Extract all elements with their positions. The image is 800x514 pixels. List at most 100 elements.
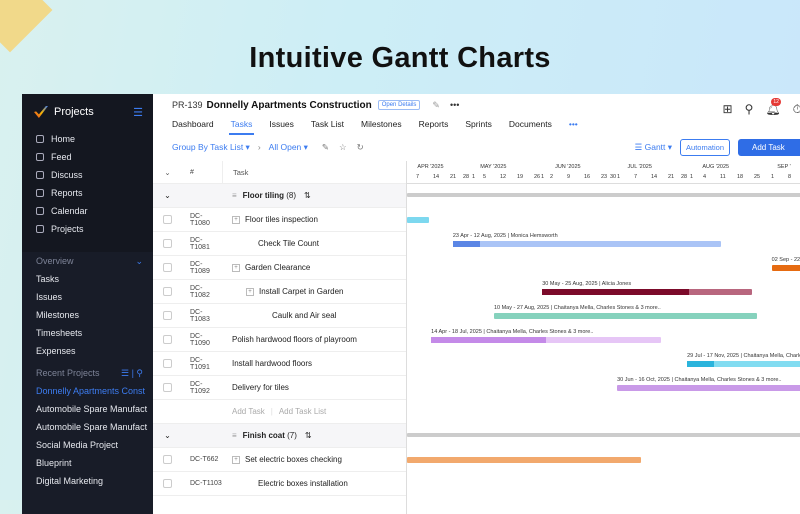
task-name[interactable]: Floor tiles inspection [245, 215, 318, 224]
row-checkbox[interactable] [163, 239, 172, 248]
group-row[interactable]: ⌄ ≡ Floor tiling (8) ⇅ [153, 184, 406, 208]
table-row[interactable]: DC-T1090 Polish hardwood floors of playro… [153, 328, 406, 352]
filter-dropdown[interactable]: All Open ▾ [269, 142, 308, 153]
overview-header[interactable]: Overview ⌄ [22, 252, 153, 270]
tab-documents[interactable]: Documents [509, 115, 552, 133]
add-task-link[interactable]: Add Task [232, 407, 265, 416]
tab-milestones[interactable]: Milestones [361, 115, 402, 133]
row-checkbox[interactable] [163, 335, 172, 344]
add-task-button[interactable]: Add Task [738, 138, 800, 156]
row-checkbox[interactable] [163, 311, 172, 320]
tab-task-list[interactable]: Task List [311, 115, 344, 133]
row-checkbox[interactable] [163, 383, 172, 392]
table-row[interactable]: DC-T1082 + Install Carpet in Garden [153, 280, 406, 304]
recent-project[interactable]: Donnelly Apartments Const [22, 382, 153, 400]
recent-project[interactable]: Social Media Project [22, 436, 153, 454]
recent-project[interactable]: Digital Marketing [22, 472, 153, 490]
task-name[interactable]: Install hardwood floors [232, 359, 312, 368]
overview-item-tasks[interactable]: Tasks [22, 270, 153, 288]
table-row[interactable]: DC-T1091 Install hardwood floors [153, 352, 406, 376]
task-name[interactable]: Electric boxes installation [258, 479, 348, 488]
expand-icon[interactable]: + [232, 455, 240, 464]
more-icon[interactable]: ••• [450, 100, 459, 110]
sort-icon[interactable]: ⇅ [305, 431, 312, 440]
table-row[interactable]: DC-T1092 Delivery for tiles [153, 376, 406, 400]
task-name[interactable]: Check Tile Count [258, 239, 319, 248]
timer-icon[interactable]: ⏱︎ [793, 102, 800, 117]
task-bar[interactable] [493, 313, 758, 319]
task-name[interactable]: Delivery for tiles [232, 383, 289, 392]
tab-dashboard[interactable]: Dashboard [172, 115, 214, 133]
sort-icon[interactable]: ⇅ [304, 191, 311, 200]
bell-icon[interactable]: 🔔︎ 12 [765, 98, 781, 117]
refresh-icon[interactable]: ↻ [357, 142, 364, 153]
search-icon[interactable]: ☰ | ⚲ [121, 368, 143, 379]
sidebar-item-feed[interactable]: Feed [22, 148, 153, 166]
recent-project[interactable]: Automobile Spare Manufact [22, 418, 153, 436]
expand-icon[interactable]: + [232, 215, 240, 224]
tab-issues[interactable]: Issues [269, 115, 294, 133]
task-bar[interactable] [617, 385, 800, 391]
table-row[interactable]: DC-T662 + Set electric boxes checking [153, 448, 406, 472]
automation-button[interactable]: Automation [680, 138, 730, 156]
table-row[interactable]: DC-T1081 Check Tile Count [153, 232, 406, 256]
table-row[interactable]: DC-T1103 Electric boxes installation [153, 472, 406, 496]
row-checkbox[interactable] [163, 479, 172, 488]
row-checkbox[interactable] [163, 287, 172, 296]
task-bar[interactable] [687, 361, 800, 367]
search-icon[interactable]: ⚲ [745, 102, 754, 117]
sidebar-item-reports[interactable]: Reports [22, 184, 153, 202]
add-task-list-link[interactable]: Add Task List [279, 407, 326, 416]
edit-icon[interactable]: ✎ [432, 100, 440, 111]
overview-item-milestones[interactable]: Milestones [22, 306, 153, 324]
row-checkbox[interactable] [163, 263, 172, 272]
task-name[interactable]: Caulk and Air seal [272, 311, 336, 320]
row-checkbox[interactable] [163, 215, 172, 224]
row-checkbox[interactable] [163, 455, 172, 464]
table-row[interactable]: DC-T1083 Caulk and Air seal [153, 304, 406, 328]
expand-icon[interactable]: + [232, 263, 240, 272]
recent-project[interactable]: Blueprint [22, 454, 153, 472]
task-bar[interactable] [407, 457, 642, 463]
task-name[interactable]: Set electric boxes checking [245, 455, 342, 464]
recent-project[interactable]: Automobile Spare Manufact [22, 400, 153, 418]
view-dropdown[interactable]: ☰ Gantt ▾ [635, 142, 672, 153]
table-row[interactable]: DC-T1080 + Floor tiles inspection [153, 208, 406, 232]
group-by-dropdown[interactable]: Group By Task List ▾ [172, 142, 250, 153]
headline: Intuitive Gantt Charts [249, 42, 551, 74]
tab-reports[interactable]: Reports [419, 115, 449, 133]
sidebar-item-discuss[interactable]: Discuss [22, 166, 153, 184]
expand-icon[interactable]: + [246, 287, 254, 296]
day-label: 9 [567, 174, 571, 180]
chevron-down-icon[interactable]: ⌄ [153, 191, 172, 200]
task-name[interactable]: Garden Clearance [245, 263, 310, 272]
table-row[interactable]: DC-T1089 + Garden Clearance [153, 256, 406, 280]
logo-icon [34, 106, 48, 118]
more-tabs-icon[interactable]: ••• [569, 115, 578, 133]
group-row[interactable]: ⌄ ≡ Finish coat (7) ⇅ [153, 424, 406, 448]
overview-item-timesheets[interactable]: Timesheets [22, 324, 153, 342]
task-name[interactable]: Polish hardwood floors of playroom [232, 335, 357, 344]
sidebar-item-label: Feed [51, 152, 72, 162]
task-bar[interactable] [431, 337, 661, 343]
sidebar-item-home[interactable]: Home [22, 130, 153, 148]
task-bar[interactable] [542, 289, 753, 295]
task-bar[interactable] [452, 241, 721, 247]
collapse-all-icon[interactable]: ⌄ [153, 168, 172, 177]
row-checkbox[interactable] [163, 359, 172, 368]
sidebar-item-calendar[interactable]: Calendar [22, 202, 153, 220]
tab-tasks[interactable]: Tasks [228, 115, 255, 135]
tab-sprints[interactable]: Sprints [465, 115, 491, 133]
menu-icon[interactable]: ☰ [133, 106, 143, 119]
task-name[interactable]: Install Carpet in Garden [259, 287, 344, 296]
sidebar-item-projects[interactable]: Projects [22, 220, 153, 238]
add-icon[interactable]: ⊞ [723, 102, 733, 117]
open-details-button[interactable]: Open Details [377, 100, 421, 110]
overview-item-issues[interactable]: Issues [22, 288, 153, 306]
chevron-down-icon[interactable]: ⌄ [153, 431, 172, 440]
edit-icon[interactable]: ✎ [322, 142, 329, 153]
task-bar[interactable] [407, 217, 429, 223]
task-bar[interactable] [771, 265, 800, 271]
star-icon[interactable]: ☆ [339, 142, 347, 153]
overview-item-expenses[interactable]: Expenses [22, 342, 153, 360]
